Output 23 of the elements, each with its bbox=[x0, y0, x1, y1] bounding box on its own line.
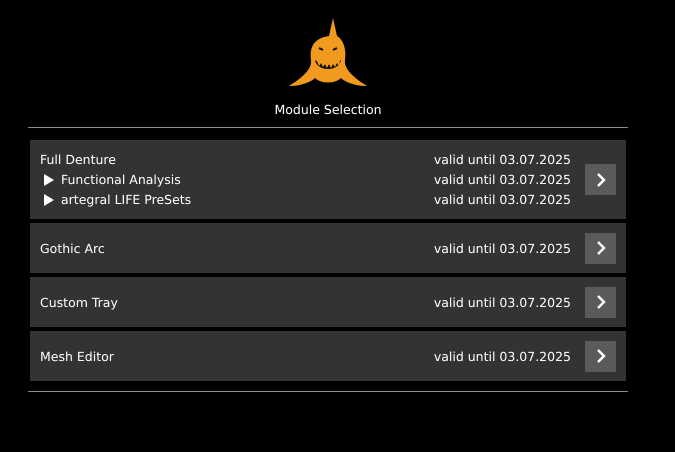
module-name: Mesh Editor bbox=[40, 348, 114, 364]
chevron-right-icon bbox=[596, 295, 606, 309]
open-module-button[interactable] bbox=[585, 232, 616, 264]
validity-text: valid until 03.07.2025 bbox=[434, 152, 571, 167]
validity-text: valid until 03.07.2025 bbox=[434, 294, 571, 310]
expand-triangle-icon[interactable] bbox=[44, 194, 54, 206]
module-name: Custom Tray bbox=[40, 294, 118, 310]
open-module-button[interactable] bbox=[585, 340, 616, 372]
module-name: Gothic Arc bbox=[40, 240, 105, 256]
submodule-name: Functional Analysis bbox=[61, 172, 181, 187]
open-module-button[interactable] bbox=[585, 164, 616, 195]
validity-text: valid until 03.07.2025 bbox=[434, 172, 571, 187]
page-title: Module Selection bbox=[274, 102, 382, 117]
expand-triangle-icon[interactable] bbox=[44, 174, 54, 186]
chevron-right-icon bbox=[596, 241, 606, 255]
submodule-name: artegral LIFE PreSets bbox=[61, 192, 192, 207]
validity-text: valid until 03.07.2025 bbox=[434, 240, 571, 256]
module-name: Full Denture bbox=[40, 152, 116, 167]
chevron-right-icon bbox=[596, 172, 606, 186]
open-module-button[interactable] bbox=[585, 286, 616, 318]
chevron-right-icon bbox=[596, 349, 606, 363]
validity-text: valid until 03.07.2025 bbox=[434, 192, 571, 207]
validity-text: valid until 03.07.2025 bbox=[434, 348, 571, 364]
